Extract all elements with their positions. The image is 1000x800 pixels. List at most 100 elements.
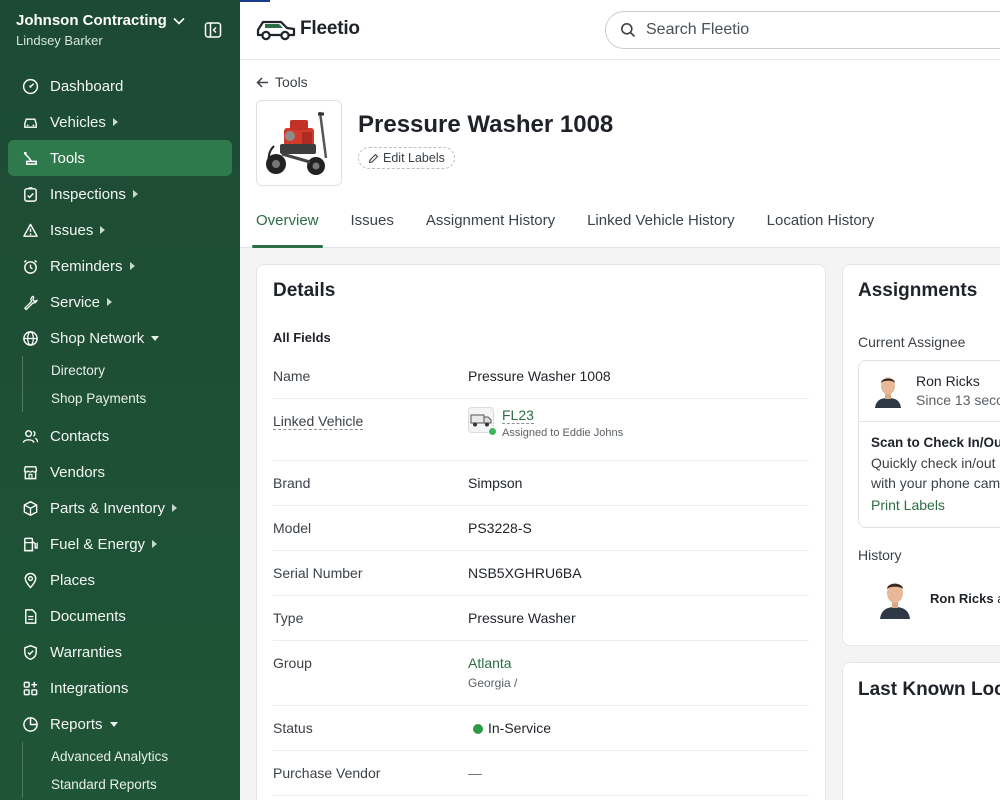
group-value: Atlanta Georgia /	[468, 641, 517, 705]
caret-right-icon	[112, 118, 118, 126]
linked-vehicle-value: FL23 Assigned to Eddie Johns	[468, 399, 623, 460]
collapse-sidebar-icon[interactable]	[204, 21, 222, 39]
tab-overview[interactable]: Overview	[252, 208, 323, 248]
search-input[interactable]	[646, 21, 946, 39]
warning-icon	[21, 221, 39, 239]
sidebar-item-inspections[interactable]: Inspections	[8, 176, 232, 212]
sidebar-item-warranties[interactable]: Warranties	[8, 634, 232, 670]
account-switcher[interactable]: Johnson Contracting Lindsey Barker	[16, 12, 226, 52]
back-link[interactable]: Tools	[256, 74, 308, 90]
sidebar-item-parts-inventory[interactable]: Parts & Inventory	[8, 490, 232, 526]
assignee-name[interactable]: Ron Ricks	[916, 373, 980, 389]
field-row-name: Name Pressure Washer 1008	[273, 354, 809, 399]
sidebar-nav: Dashboard Vehicles Tools Inspections Iss…	[8, 68, 232, 798]
sidebar-item-integrations[interactable]: Integrations	[8, 670, 232, 706]
sidebar-item-tools[interactable]: Tools	[8, 140, 232, 176]
caret-right-icon	[129, 262, 135, 270]
sidebar-item-label: Dashboard	[50, 77, 124, 95]
box-icon	[21, 499, 39, 517]
sidebar-subitem-directory[interactable]: Directory	[51, 356, 232, 384]
shield-check-icon	[21, 643, 39, 661]
caret-right-icon	[132, 190, 138, 198]
history-name[interactable]: Ron Ricks	[930, 591, 994, 606]
sidebar: Johnson Contracting Lindsey Barker Dashb…	[0, 0, 240, 800]
sidebar-item-vehicles[interactable]: Vehicles	[8, 104, 232, 140]
assignments-card: Assignments Current Assignee Ron Ricks S…	[842, 264, 1000, 646]
field-label[interactable]: Linked Vehicle	[273, 413, 364, 430]
sidebar-item-dashboard[interactable]: Dashboard	[8, 68, 232, 104]
edit-labels-button[interactable]: Edit Labels	[358, 147, 455, 169]
search-box[interactable]	[605, 11, 1000, 49]
field-row-model: Model PS3228-S	[273, 506, 809, 551]
field-label: Group	[273, 655, 312, 671]
avatar	[875, 377, 901, 408]
caret-down-icon	[109, 721, 118, 727]
sidebar-item-vendors[interactable]: Vendors	[8, 454, 232, 490]
scan-description-line-1: Quickly check in/out	[871, 455, 996, 471]
shop-network-submenu: Directory Shop Payments	[22, 356, 232, 412]
tab-bar: Overview Issues Assignment History Linke…	[252, 208, 906, 248]
wrench-icon	[21, 293, 39, 311]
sidebar-item-reminders[interactable]: Reminders	[8, 248, 232, 284]
current-assignee-box: Ron Ricks Since 13 seco Scan to Check In…	[858, 360, 1000, 528]
sidebar-item-label: Inspections	[50, 185, 126, 203]
sidebar-item-label: Reminders	[50, 257, 123, 275]
field-row-linked-vehicle: Linked Vehicle FL23 Assigned to Eddie Jo…	[273, 399, 809, 461]
tab-location-history[interactable]: Location History	[767, 208, 875, 246]
field-value: —	[468, 765, 482, 781]
sidebar-item-reports[interactable]: Reports	[8, 706, 232, 742]
field-value: PS3228-S	[468, 520, 532, 536]
field-row-serial-number: Serial Number NSB5XGHRU6BA	[273, 551, 809, 596]
details-title: Details	[273, 280, 336, 301]
reports-submenu: Advanced Analytics Standard Reports	[22, 742, 232, 798]
sidebar-item-contacts[interactable]: Contacts	[8, 418, 232, 454]
divider	[859, 421, 1000, 422]
sidebar-subitem-standard-reports[interactable]: Standard Reports	[51, 770, 232, 798]
people-icon	[21, 427, 39, 445]
field-label: Type	[273, 610, 304, 626]
sidebar-item-label: Shop Network	[50, 329, 145, 347]
sidebar-subitem-advanced-analytics[interactable]: Advanced Analytics	[51, 742, 232, 770]
field-label: Purchase Vendor	[273, 765, 381, 781]
last-known-location-title: Last Known Loca	[858, 679, 1000, 700]
map-pin-icon	[21, 571, 39, 589]
tool-photo[interactable]	[256, 100, 342, 186]
car-icon	[21, 113, 39, 131]
sidebar-item-service[interactable]: Service	[8, 284, 232, 320]
print-labels-link[interactable]: Print Labels	[871, 497, 945, 513]
tab-assignment-history[interactable]: Assignment History	[426, 208, 555, 246]
status-value: In-Service	[468, 706, 551, 750]
edit-labels-label: Edit Labels	[383, 151, 445, 165]
search-icon	[621, 23, 636, 38]
group-link[interactable]: Atlanta	[468, 655, 517, 671]
status-text: In-Service	[488, 720, 552, 736]
details-fields: Name Pressure Washer 1008 Linked Vehicle…	[273, 354, 809, 796]
avatar	[880, 583, 910, 619]
caret-right-icon	[172, 504, 178, 512]
sidebar-item-fuel-energy[interactable]: Fuel & Energy	[8, 526, 232, 562]
field-row-purchase-vendor: Purchase Vendor —	[273, 751, 809, 796]
tab-linked-vehicle-history[interactable]: Linked Vehicle History	[587, 208, 735, 246]
brand-name: Fleetio	[300, 18, 360, 39]
linked-vehicle-link[interactable]: FL23	[502, 407, 534, 424]
store-icon	[21, 463, 39, 481]
caret-right-icon	[100, 226, 106, 234]
tab-issues[interactable]: Issues	[351, 208, 394, 246]
tool-icon	[21, 149, 39, 167]
fleetio-logo[interactable]: Fleetio	[256, 16, 360, 42]
scan-description-line-2: with your phone cam	[871, 475, 1000, 491]
sidebar-item-documents[interactable]: Documents	[8, 598, 232, 634]
field-label: Name	[273, 368, 311, 384]
field-value: Simpson	[468, 475, 523, 491]
scan-heading: Scan to Check In/Ou	[871, 435, 1000, 450]
assignments-title: Assignments	[858, 280, 978, 301]
sidebar-item-label: Integrations	[50, 679, 129, 697]
type-link[interactable]: Pressure Washer	[468, 596, 576, 640]
sidebar-item-shop-network[interactable]: Shop Network	[8, 320, 232, 356]
sidebar-item-label: Vendors	[50, 463, 106, 481]
vehicle-thumbnail[interactable]	[468, 407, 497, 436]
sidebar-item-issues[interactable]: Issues	[8, 212, 232, 248]
sidebar-subitem-shop-payments[interactable]: Shop Payments	[51, 384, 232, 412]
sidebar-item-places[interactable]: Places	[8, 562, 232, 598]
current-assignee-label: Current Assignee	[858, 334, 966, 350]
